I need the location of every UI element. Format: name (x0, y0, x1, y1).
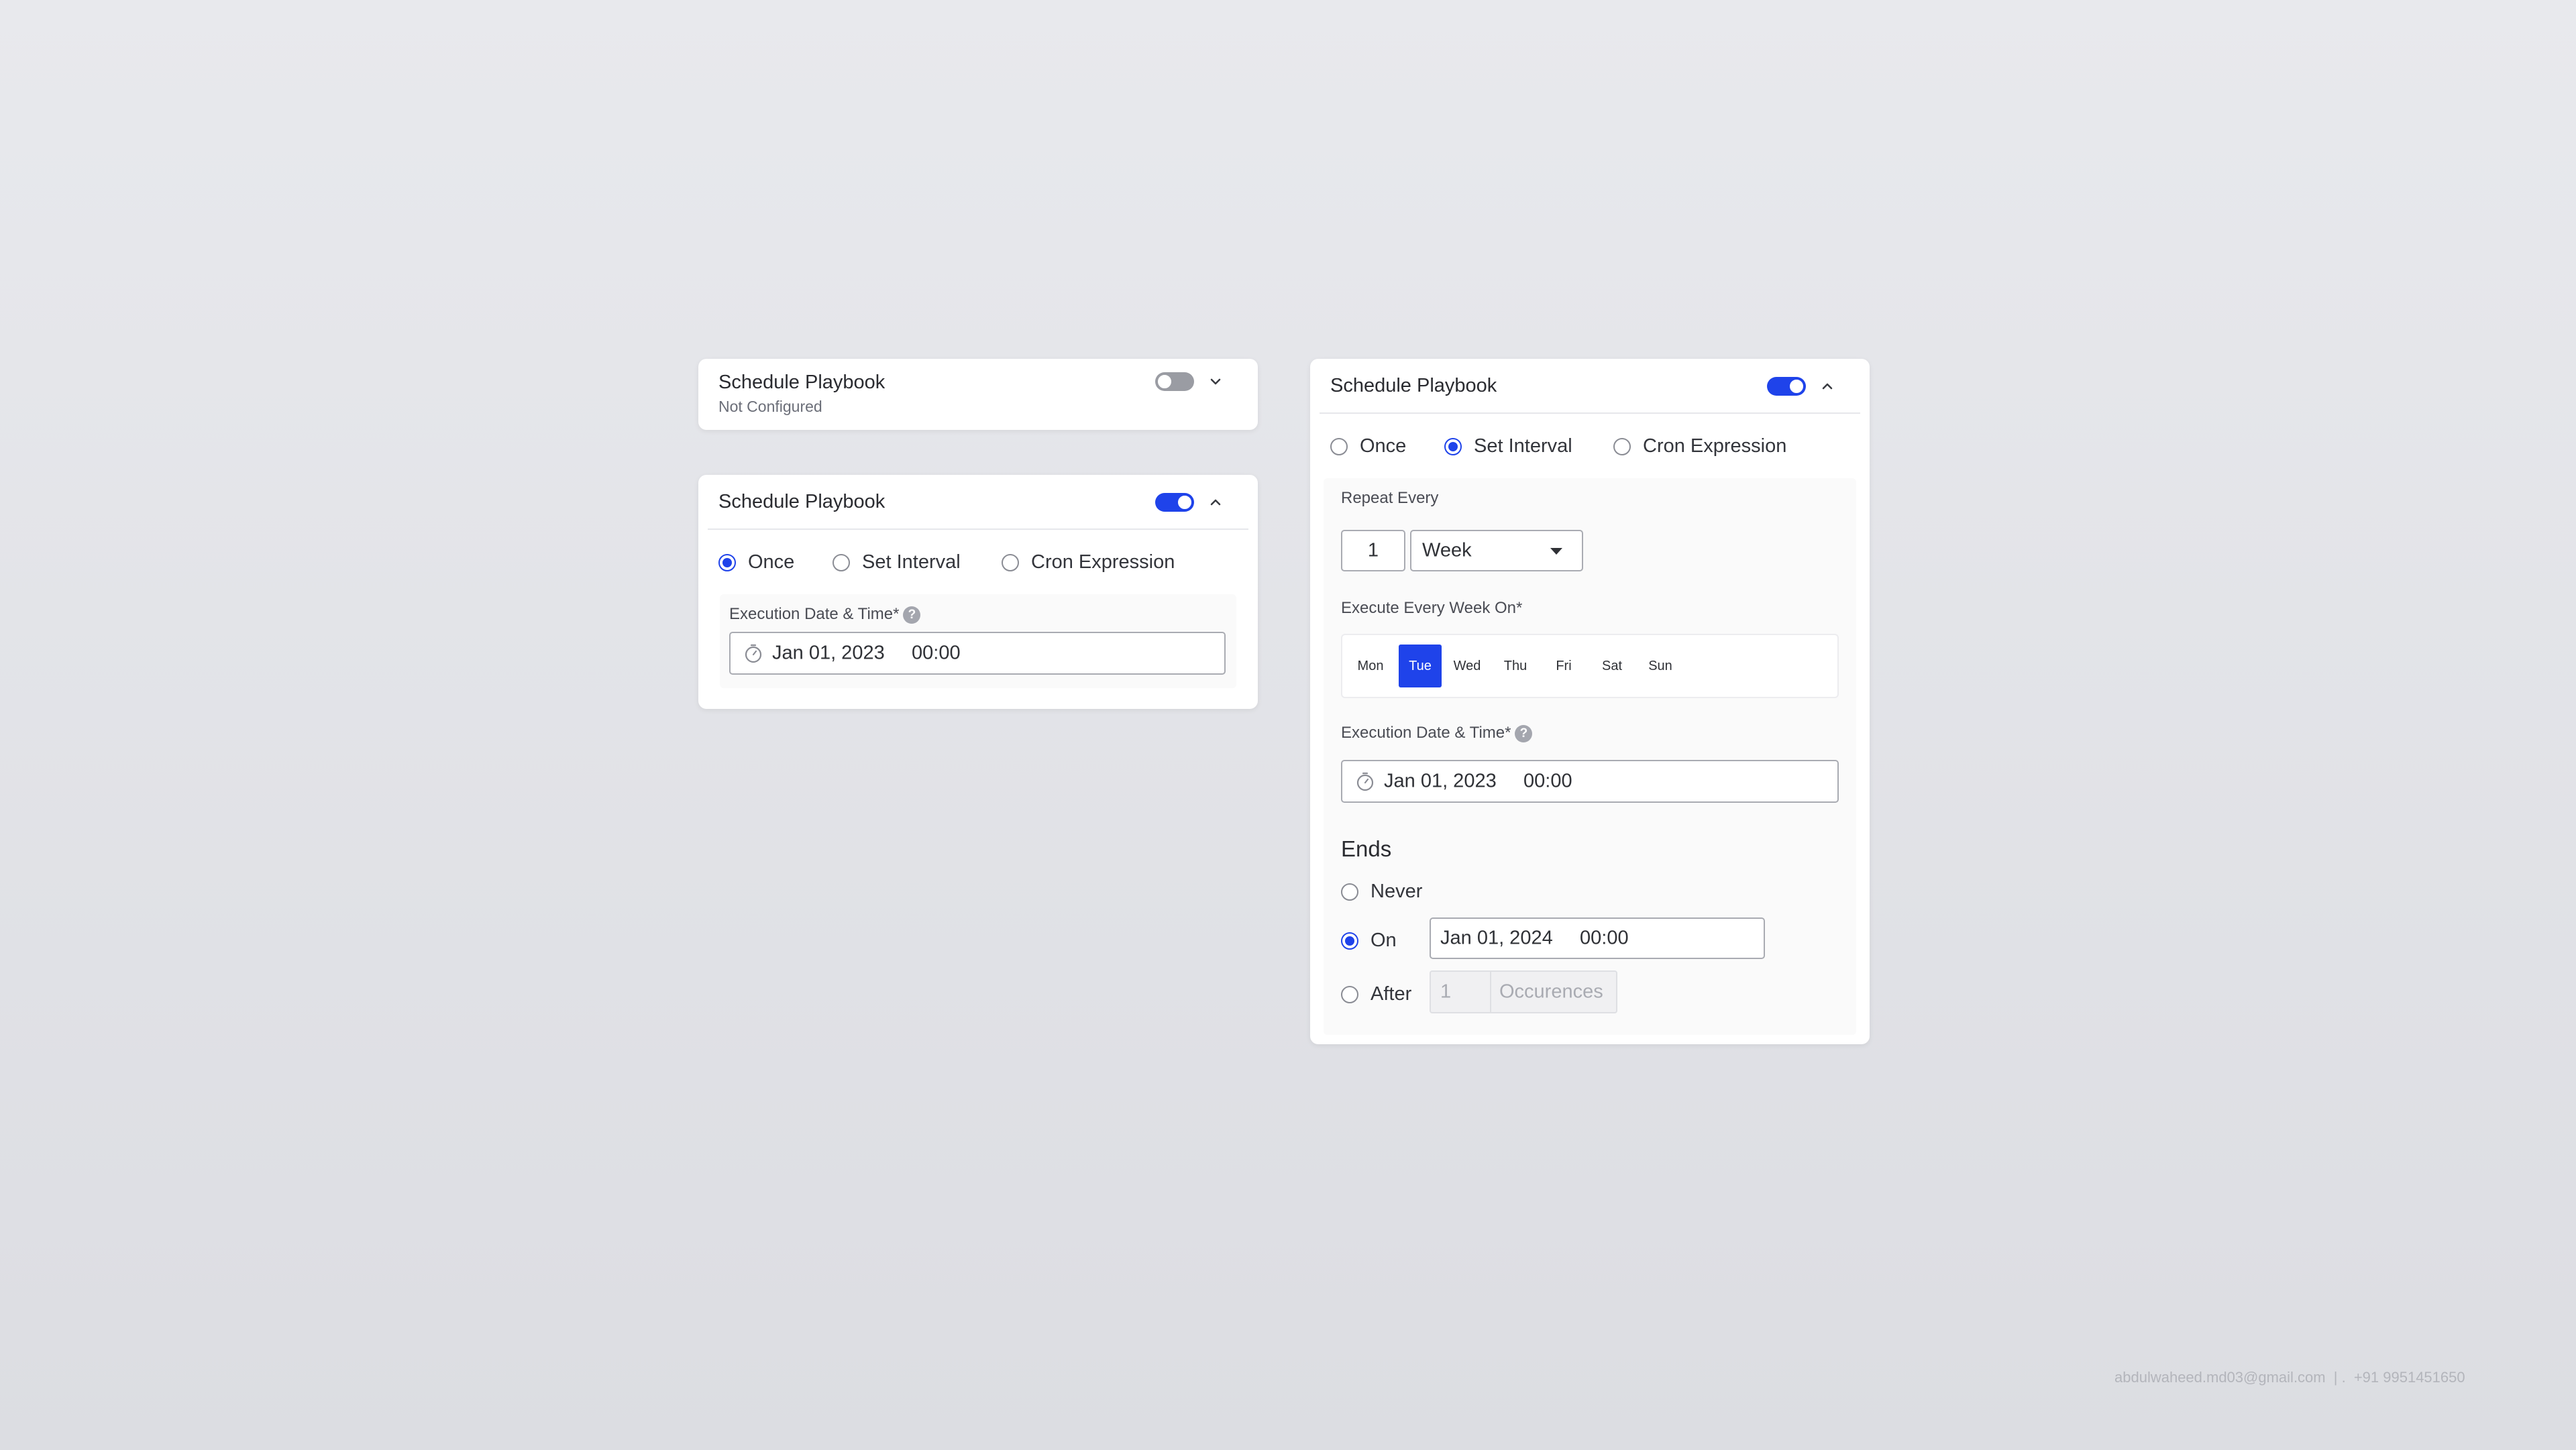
interval-panel: Repeat Every 1 Week Execute Every Week O… (1324, 478, 1856, 1035)
repeat-unit-select[interactable]: Week (1410, 530, 1583, 571)
repeat-label: Repeat Every (1341, 489, 1439, 507)
footer-phone[interactable]: +91 9951451650 (2354, 1369, 2465, 1386)
radio-set-interval[interactable] (833, 553, 850, 571)
caret-down-icon (1550, 548, 1562, 555)
ends-never-option[interactable]: Never (1341, 881, 1422, 903)
schedule-playbook-card-once: Schedule Playbook Once Set Interval Cron… (698, 475, 1258, 709)
day-sat[interactable]: Sat (1591, 645, 1633, 687)
footer-email[interactable]: abdulwaheed.md03@gmail.com (2114, 1369, 2326, 1386)
mode-label: Set Interval (1474, 435, 1572, 457)
mode-interval-option[interactable]: Set Interval (1444, 435, 1572, 457)
execution-label-wrap: Execution Date & Time*? (1341, 724, 1533, 742)
day-mon[interactable]: Mon (1349, 645, 1392, 687)
ends-option-label: On (1371, 930, 1397, 951)
toggle-knob (1177, 494, 1193, 510)
chevron-down-icon[interactable] (1205, 372, 1226, 392)
card-title: Schedule Playbook (718, 372, 885, 393)
repeat-count-input[interactable]: 1 (1341, 530, 1405, 571)
radio-once[interactable] (718, 553, 736, 571)
ends-on-time: 00:00 (1580, 927, 1629, 949)
radio-once[interactable] (1330, 437, 1348, 455)
execution-datetime-input[interactable]: Jan 01, 2023 00:00 (729, 632, 1226, 675)
day-wed[interactable]: Wed (1446, 645, 1489, 687)
execution-time: 00:00 (1523, 770, 1572, 792)
radio-ends-never[interactable] (1341, 883, 1358, 901)
schedule-playbook-card-interval: Schedule Playbook Once Set Interval Cron… (1310, 359, 1870, 1044)
execution-date: Jan 01, 2023 (772, 642, 885, 664)
mode-label: Cron Expression (1643, 435, 1787, 457)
radio-ends-on[interactable] (1341, 932, 1358, 950)
radio-cron-expression[interactable] (1613, 437, 1631, 455)
weekday-selector: Mon Tue Wed Thu Fri Sat Sun (1341, 634, 1839, 698)
day-thu[interactable]: Thu (1494, 645, 1537, 687)
ends-after-count-input[interactable]: 1 Occurences (1430, 970, 1617, 1013)
card-divider (1320, 412, 1860, 414)
execution-panel: Execution Date & Time*? Jan 01, 2023 00:… (720, 594, 1236, 688)
mode-cron-option[interactable]: Cron Expression (1002, 551, 1175, 573)
ends-after-option[interactable]: After (1341, 983, 1411, 1005)
week-label: Execute Every Week On* (1341, 599, 1523, 617)
toggle-knob (1157, 374, 1173, 390)
chevron-up-icon[interactable] (1817, 376, 1837, 396)
footer-contact: abdulwaheed.md03@gmail.com | . +91 99514… (2114, 1369, 2465, 1386)
mode-label: Once (748, 551, 795, 573)
schedule-toggle[interactable] (1155, 493, 1194, 512)
repeat-unit: Week (1422, 539, 1472, 561)
card-title: Schedule Playbook (718, 491, 885, 512)
mode-label: Set Interval (862, 551, 961, 573)
ends-after-count: 1 (1440, 981, 1452, 1003)
mode-label: Cron Expression (1031, 551, 1175, 573)
timer-icon (1356, 772, 1374, 791)
mode-label: Once (1360, 435, 1407, 457)
mode-once-option[interactable]: Once (1330, 435, 1406, 457)
mode-once-option[interactable]: Once (718, 551, 794, 573)
card-title: Schedule Playbook (1330, 375, 1497, 396)
radio-set-interval[interactable] (1444, 437, 1462, 455)
day-fri[interactable]: Fri (1542, 645, 1585, 687)
card-divider (708, 528, 1248, 530)
execution-label-wrap: Execution Date & Time*? (729, 605, 921, 624)
mode-interval-option[interactable]: Set Interval (833, 551, 961, 573)
help-icon[interactable]: ? (1515, 724, 1533, 742)
schedule-toggle[interactable] (1155, 372, 1194, 391)
radio-ends-after[interactable] (1341, 985, 1358, 1003)
day-tue[interactable]: Tue (1399, 645, 1442, 687)
ends-option-label: Never (1371, 881, 1423, 902)
chevron-up-icon[interactable] (1205, 492, 1226, 512)
day-sun[interactable]: Sun (1639, 645, 1682, 687)
ends-on-date: Jan 01, 2024 (1440, 927, 1553, 949)
ends-title: Ends (1341, 836, 1392, 861)
ends-after-divider (1490, 972, 1491, 1012)
card-status: Not Configured (718, 398, 822, 415)
execution-date: Jan 01, 2023 (1384, 770, 1497, 792)
repeat-count: 1 (1367, 539, 1379, 561)
ends-on-datetime-input[interactable]: Jan 01, 2024 00:00 (1430, 917, 1765, 959)
mode-cron-option[interactable]: Cron Expression (1613, 435, 1786, 457)
execution-time: 00:00 (912, 642, 961, 664)
ends-after-unit: Occurences (1499, 981, 1603, 1003)
ends-option-label: After (1371, 983, 1412, 1005)
execution-label: Execution Date & Time* (1341, 724, 1511, 742)
schedule-playbook-card-collapsed: Schedule Playbook Not Configured (698, 359, 1258, 430)
radio-cron-expression[interactable] (1002, 553, 1019, 571)
schedule-toggle[interactable] (1767, 377, 1806, 396)
help-icon[interactable]: ? (903, 606, 921, 624)
ends-on-option[interactable]: On (1341, 930, 1397, 952)
footer-separator: | . (2333, 1369, 2346, 1386)
toggle-knob (1788, 378, 1805, 394)
execution-datetime-input[interactable]: Jan 01, 2023 00:00 (1341, 760, 1839, 803)
timer-icon (745, 644, 762, 663)
execution-label: Execution Date & Time* (729, 605, 900, 623)
